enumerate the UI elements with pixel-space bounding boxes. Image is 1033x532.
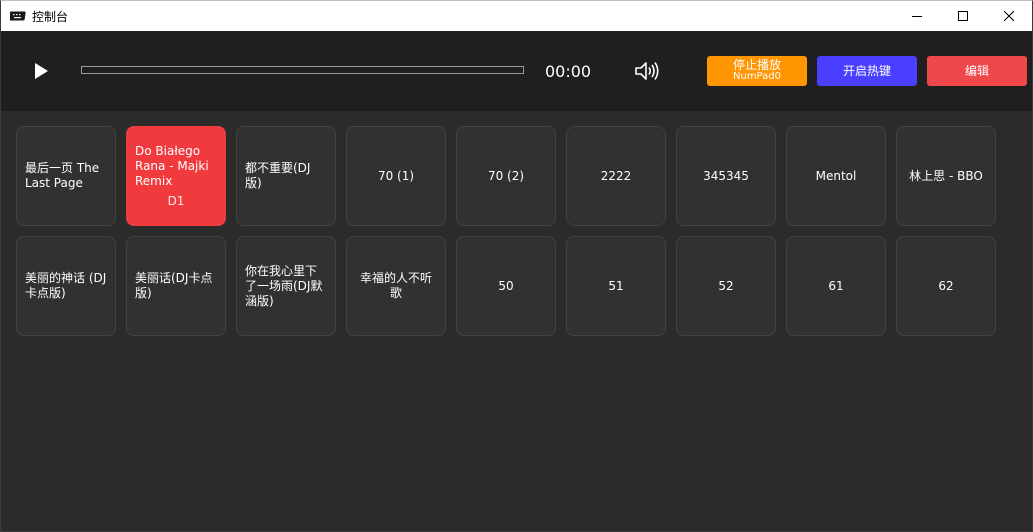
edit-label: 编辑 bbox=[964, 64, 989, 78]
track-tile[interactable]: 美丽话(DJ卡点版) bbox=[126, 236, 226, 336]
window-title: 控制台 bbox=[32, 9, 69, 24]
track-name: 最后一页 The Last Page bbox=[25, 161, 100, 190]
track-name: 林上思 - BBO bbox=[909, 168, 983, 183]
track-tile[interactable]: Do Białego Rana - Majki Remix D1 bbox=[126, 126, 226, 226]
track-tile[interactable]: 62 bbox=[896, 236, 996, 336]
track-name: 幸福的人不听歌 bbox=[359, 271, 432, 300]
track-name: 62 bbox=[938, 278, 954, 293]
track-tile[interactable]: 美丽的神话 (DJ卡点版) bbox=[16, 236, 116, 336]
track-tile[interactable]: 70 (1) bbox=[346, 126, 446, 226]
track-name: Mentol bbox=[815, 168, 857, 183]
track-name: 2222 bbox=[600, 168, 632, 183]
volume-icon bbox=[635, 62, 659, 80]
minimize-button[interactable] bbox=[894, 1, 940, 31]
track-tile[interactable]: 你在我心里下了一场雨(DJ默涵版) bbox=[236, 236, 336, 336]
enable-hotkeys-label: 开启热键 bbox=[842, 64, 891, 78]
progress-bar[interactable] bbox=[81, 66, 524, 74]
play-button[interactable] bbox=[31, 61, 51, 81]
volume-button[interactable] bbox=[634, 60, 660, 82]
stop-playback-label: 停止播放 bbox=[732, 58, 781, 72]
maximize-icon bbox=[958, 11, 968, 21]
stop-playback-hotkey: NumPad0 bbox=[733, 71, 781, 82]
track-tile[interactable]: 345345 bbox=[676, 126, 776, 226]
track-name: 都不重要(DJ版) bbox=[245, 161, 311, 190]
track-name: 345345 bbox=[703, 168, 749, 183]
track-tile[interactable]: Mentol bbox=[786, 126, 886, 226]
track-tile[interactable]: 幸福的人不听歌 bbox=[346, 236, 446, 336]
track-name: 美丽话(DJ卡点版) bbox=[135, 271, 213, 300]
window-controls bbox=[894, 1, 1032, 31]
track-tile[interactable]: 林上思 - BBO bbox=[896, 126, 996, 226]
track-name: 51 bbox=[608, 278, 624, 293]
track-tile[interactable]: 最后一页 The Last Page bbox=[16, 126, 116, 226]
track-name: 50 bbox=[498, 278, 514, 293]
track-tile[interactable]: 2222 bbox=[566, 126, 666, 226]
track-name: Do Białego Rana - Majki Remix bbox=[135, 143, 209, 188]
track-tile[interactable]: 都不重要(DJ版) bbox=[236, 126, 336, 226]
track-tile[interactable]: 70 (2) bbox=[456, 126, 556, 226]
stop-playback-button[interactable]: 停止播放 NumPad0 bbox=[707, 56, 807, 86]
track-name: 61 bbox=[828, 278, 844, 293]
track-tile[interactable]: 61 bbox=[786, 236, 886, 336]
track-name: 美丽的神话 (DJ卡点版) bbox=[25, 271, 107, 300]
title-bar[interactable]: 控制台 bbox=[1, 1, 1032, 31]
track-grid: 最后一页 The Last Page Do Białego Rana - Majk… bbox=[16, 126, 1006, 336]
keyboard-icon bbox=[10, 8, 26, 24]
track-name: 52 bbox=[718, 278, 734, 293]
track-name: 70 (1) bbox=[377, 168, 415, 183]
close-button[interactable] bbox=[986, 1, 1032, 31]
play-icon bbox=[35, 63, 48, 79]
track-name: 你在我心里下了一场雨(DJ默涵版) bbox=[245, 263, 323, 308]
track-tile[interactable]: 52 bbox=[676, 236, 776, 336]
edit-button[interactable]: 编辑 bbox=[927, 56, 1027, 86]
track-name: 70 (2) bbox=[487, 168, 525, 183]
track-tile[interactable]: 51 bbox=[566, 236, 666, 336]
track-hotkey: D1 bbox=[167, 193, 185, 208]
time-display: 00:00 bbox=[545, 62, 592, 81]
enable-hotkeys-button[interactable]: 开启热键 bbox=[817, 56, 917, 86]
track-tile[interactable]: 50 bbox=[456, 236, 556, 336]
close-icon bbox=[1004, 11, 1014, 21]
app-window: 控制台 00:00 停止播放 NumPad0 开启热键 编辑 最后一页 The … bbox=[0, 0, 1033, 532]
minimize-icon bbox=[912, 16, 922, 17]
maximize-button[interactable] bbox=[940, 1, 986, 31]
player-bar: 00:00 停止播放 NumPad0 开启热键 编辑 bbox=[1, 31, 1032, 111]
